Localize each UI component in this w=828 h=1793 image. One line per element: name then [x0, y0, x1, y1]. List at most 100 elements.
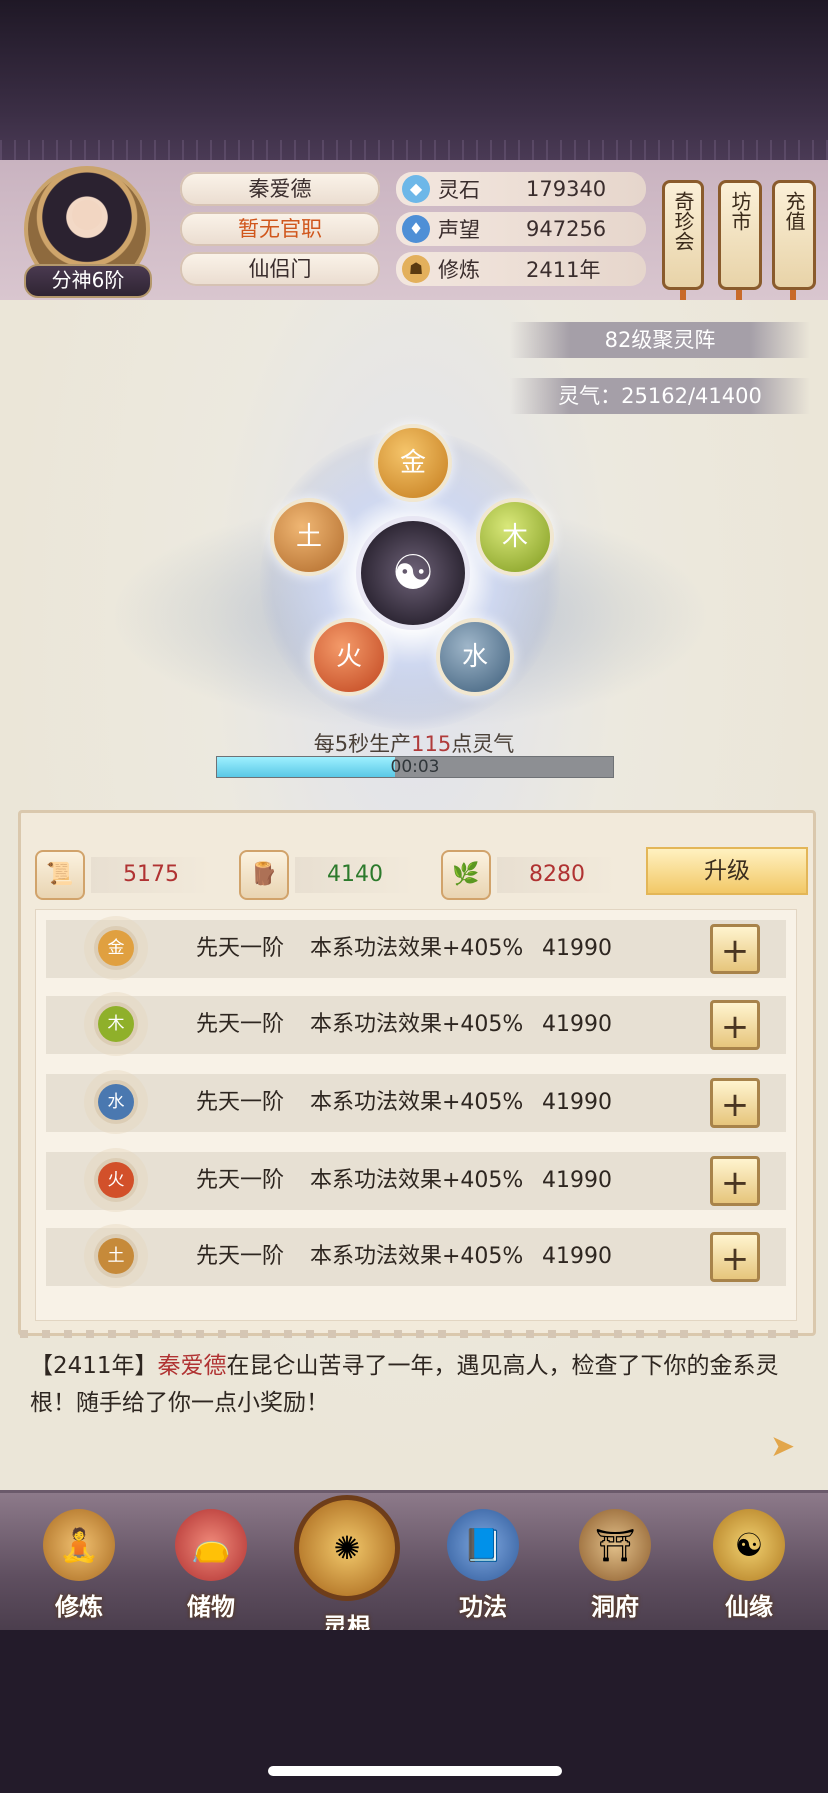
next-arrow-icon[interactable]: ➤ — [770, 1430, 804, 1464]
production-suffix: 点灵气 — [451, 732, 515, 756]
list-item: 火 先天一阶 本系功法效果+405% 41990 + — [46, 1152, 786, 1210]
resource-value: 2411年 — [526, 258, 601, 282]
fire-element-icon: 火 — [98, 1162, 134, 1198]
player-sect: 仙侣门 — [180, 252, 380, 286]
material-wood: 🪵 4140 — [239, 850, 415, 900]
production-amount: 115 — [411, 732, 452, 756]
treasure-button-label: 奇珍会 — [671, 191, 695, 251]
nav-label: 功法 — [459, 1593, 507, 1621]
list-item: 水 先天一阶 本系功法效果+405% 41990 + — [46, 1074, 786, 1132]
spirit-root-panel: 📜 5175 🪵 4140 🌿 8280 升级 金 先天一阶 本系功法效果+40… — [18, 810, 816, 1336]
root-effect: 本系功法效果+405% — [310, 1090, 524, 1115]
bottom-navigation: 🧘 修炼 👝 储物 ✺ 灵根 📘 功法 ⛩ 洞府 ☯ 仙缘 — [0, 1490, 828, 1641]
root-grade: 先天一阶 — [196, 1244, 285, 1269]
fire-orb[interactable]: 火 — [310, 618, 388, 696]
root-effect: 本系功法效果+405% — [310, 1244, 524, 1269]
resource-label: 声望 — [438, 218, 480, 242]
water-orb[interactable]: 水 — [436, 618, 514, 696]
list-item: 土 先天一阶 本系功法效果+405% 41990 + — [46, 1228, 786, 1286]
storage-bag-icon: 👝 — [175, 1509, 247, 1581]
cave-house-icon: ⛩ — [579, 1509, 651, 1581]
qi-amount-banner: 灵气：25162/41400 — [510, 378, 810, 414]
resource-spirit-stone: ◆ 灵石 179340 — [396, 172, 646, 206]
list-item: 木 先天一阶 本系功法效果+405% 41990 + — [46, 996, 786, 1054]
material-value: 4140 — [295, 857, 415, 893]
top-banner — [0, 0, 828, 160]
nav-technique[interactable]: 📘 功法 — [428, 1503, 538, 1633]
add-water-button[interactable]: + — [710, 1078, 760, 1128]
technique-book-icon: 📘 — [447, 1509, 519, 1581]
progress-timer: 00:03 — [390, 757, 440, 777]
root-grade: 先天一阶 — [196, 1012, 285, 1037]
earth-element-icon: 土 — [98, 1238, 134, 1274]
add-fire-button[interactable]: + — [710, 1156, 760, 1206]
log-divider — [20, 1330, 808, 1338]
player-title: 暂无官职 — [180, 212, 380, 246]
root-grade: 先天一阶 — [196, 936, 285, 961]
resource-value: 179340 — [526, 177, 607, 201]
player-name: 秦爱德 — [180, 172, 380, 206]
nav-label: 洞府 — [591, 1593, 639, 1621]
add-earth-button[interactable]: + — [710, 1232, 760, 1282]
avatar-face — [72, 200, 102, 230]
destiny-gourd-icon: ☯ — [713, 1509, 785, 1581]
list-item: 金 先天一阶 本系功法效果+405% 41990 + — [46, 920, 786, 978]
root-cost: 41990 — [542, 1012, 612, 1037]
root-effect: 本系功法效果+405% — [310, 936, 524, 961]
book-material-icon: 📜 — [35, 850, 85, 900]
root-cost: 41990 — [542, 1090, 612, 1115]
nav-label: 仙缘 — [725, 1593, 773, 1621]
market-button[interactable]: 坊市 — [718, 180, 762, 290]
nav-cultivate[interactable]: 🧘 修炼 — [24, 1503, 134, 1633]
root-cost: 41990 — [542, 1168, 612, 1193]
recharge-button-label: 充值 — [782, 191, 806, 231]
add-wood-button[interactable]: + — [710, 1000, 760, 1050]
log-player-name: 秦爱德 — [157, 1353, 227, 1379]
root-cost: 41990 — [542, 936, 612, 961]
metal-element-icon: 金 — [98, 930, 134, 966]
nav-destiny[interactable]: ☯ 仙缘 — [694, 1503, 804, 1633]
add-metal-button[interactable]: + — [710, 924, 760, 974]
nav-storage[interactable]: 👝 储物 — [156, 1503, 266, 1633]
recharge-button[interactable]: 充值 — [772, 180, 816, 290]
root-effect: 本系功法效果+405% — [310, 1012, 524, 1037]
root-grade: 先天一阶 — [196, 1168, 285, 1193]
spirit-root-icon: ✺ — [294, 1495, 400, 1601]
nav-label: 储物 — [187, 1593, 235, 1621]
array-level-banner: 82级聚灵阵 — [510, 322, 810, 358]
resource-reputation: ♦ 声望 947256 — [396, 212, 646, 246]
material-herb: 🌿 8280 — [441, 850, 617, 900]
herb-material-icon: 🌿 — [441, 850, 491, 900]
resource-label: 灵石 — [438, 178, 480, 202]
metal-orb[interactable]: 金 — [374, 424, 452, 502]
treasure-button[interactable]: 奇珍会 — [662, 180, 704, 290]
material-book: 📜 5175 — [35, 850, 211, 900]
resource-value: 947256 — [526, 217, 607, 241]
home-indicator[interactable] — [268, 1766, 562, 1776]
nav-cave-house[interactable]: ⛩ 洞府 — [560, 1503, 670, 1633]
earth-orb[interactable]: 土 — [270, 498, 348, 576]
log-year: 【2411年】 — [30, 1353, 158, 1379]
taiji-icon[interactable]: ☯ — [356, 516, 470, 630]
nav-spirit-root[interactable]: ✺ 灵根 — [292, 1495, 402, 1641]
top-ornament — [0, 140, 828, 160]
cultivation-icon: ☗ — [402, 255, 430, 283]
wood-material-icon: 🪵 — [239, 850, 289, 900]
market-button-label: 坊市 — [728, 191, 752, 231]
reputation-icon: ♦ — [402, 215, 430, 243]
production-text: 每5秒生产115点灵气 — [0, 728, 828, 758]
nav-label: 修炼 — [55, 1593, 103, 1621]
root-cost: 41990 — [542, 1244, 612, 1269]
root-effect: 本系功法效果+405% — [310, 1168, 524, 1193]
wood-orb[interactable]: 木 — [476, 498, 554, 576]
spirit-root-list: 金 先天一阶 本系功法效果+405% 41990 + 木 先天一阶 本系功法效果… — [35, 909, 797, 1321]
material-value: 8280 — [497, 857, 617, 893]
cultivate-icon: 🧘 — [43, 1509, 115, 1581]
rank-badge: 分神6阶 — [24, 264, 152, 298]
material-value: 5175 — [91, 857, 211, 893]
water-element-icon: 水 — [98, 1084, 134, 1120]
wood-element-icon: 木 — [98, 1006, 134, 1042]
upgrade-button[interactable]: 升级 — [646, 847, 808, 895]
spirit-stone-icon: ◆ — [402, 175, 430, 203]
event-log: 【2411年】秦爱德在昆仑山苦寻了一年，遇见高人，检查了下你的金系灵根！随手给了… — [30, 1348, 800, 1422]
